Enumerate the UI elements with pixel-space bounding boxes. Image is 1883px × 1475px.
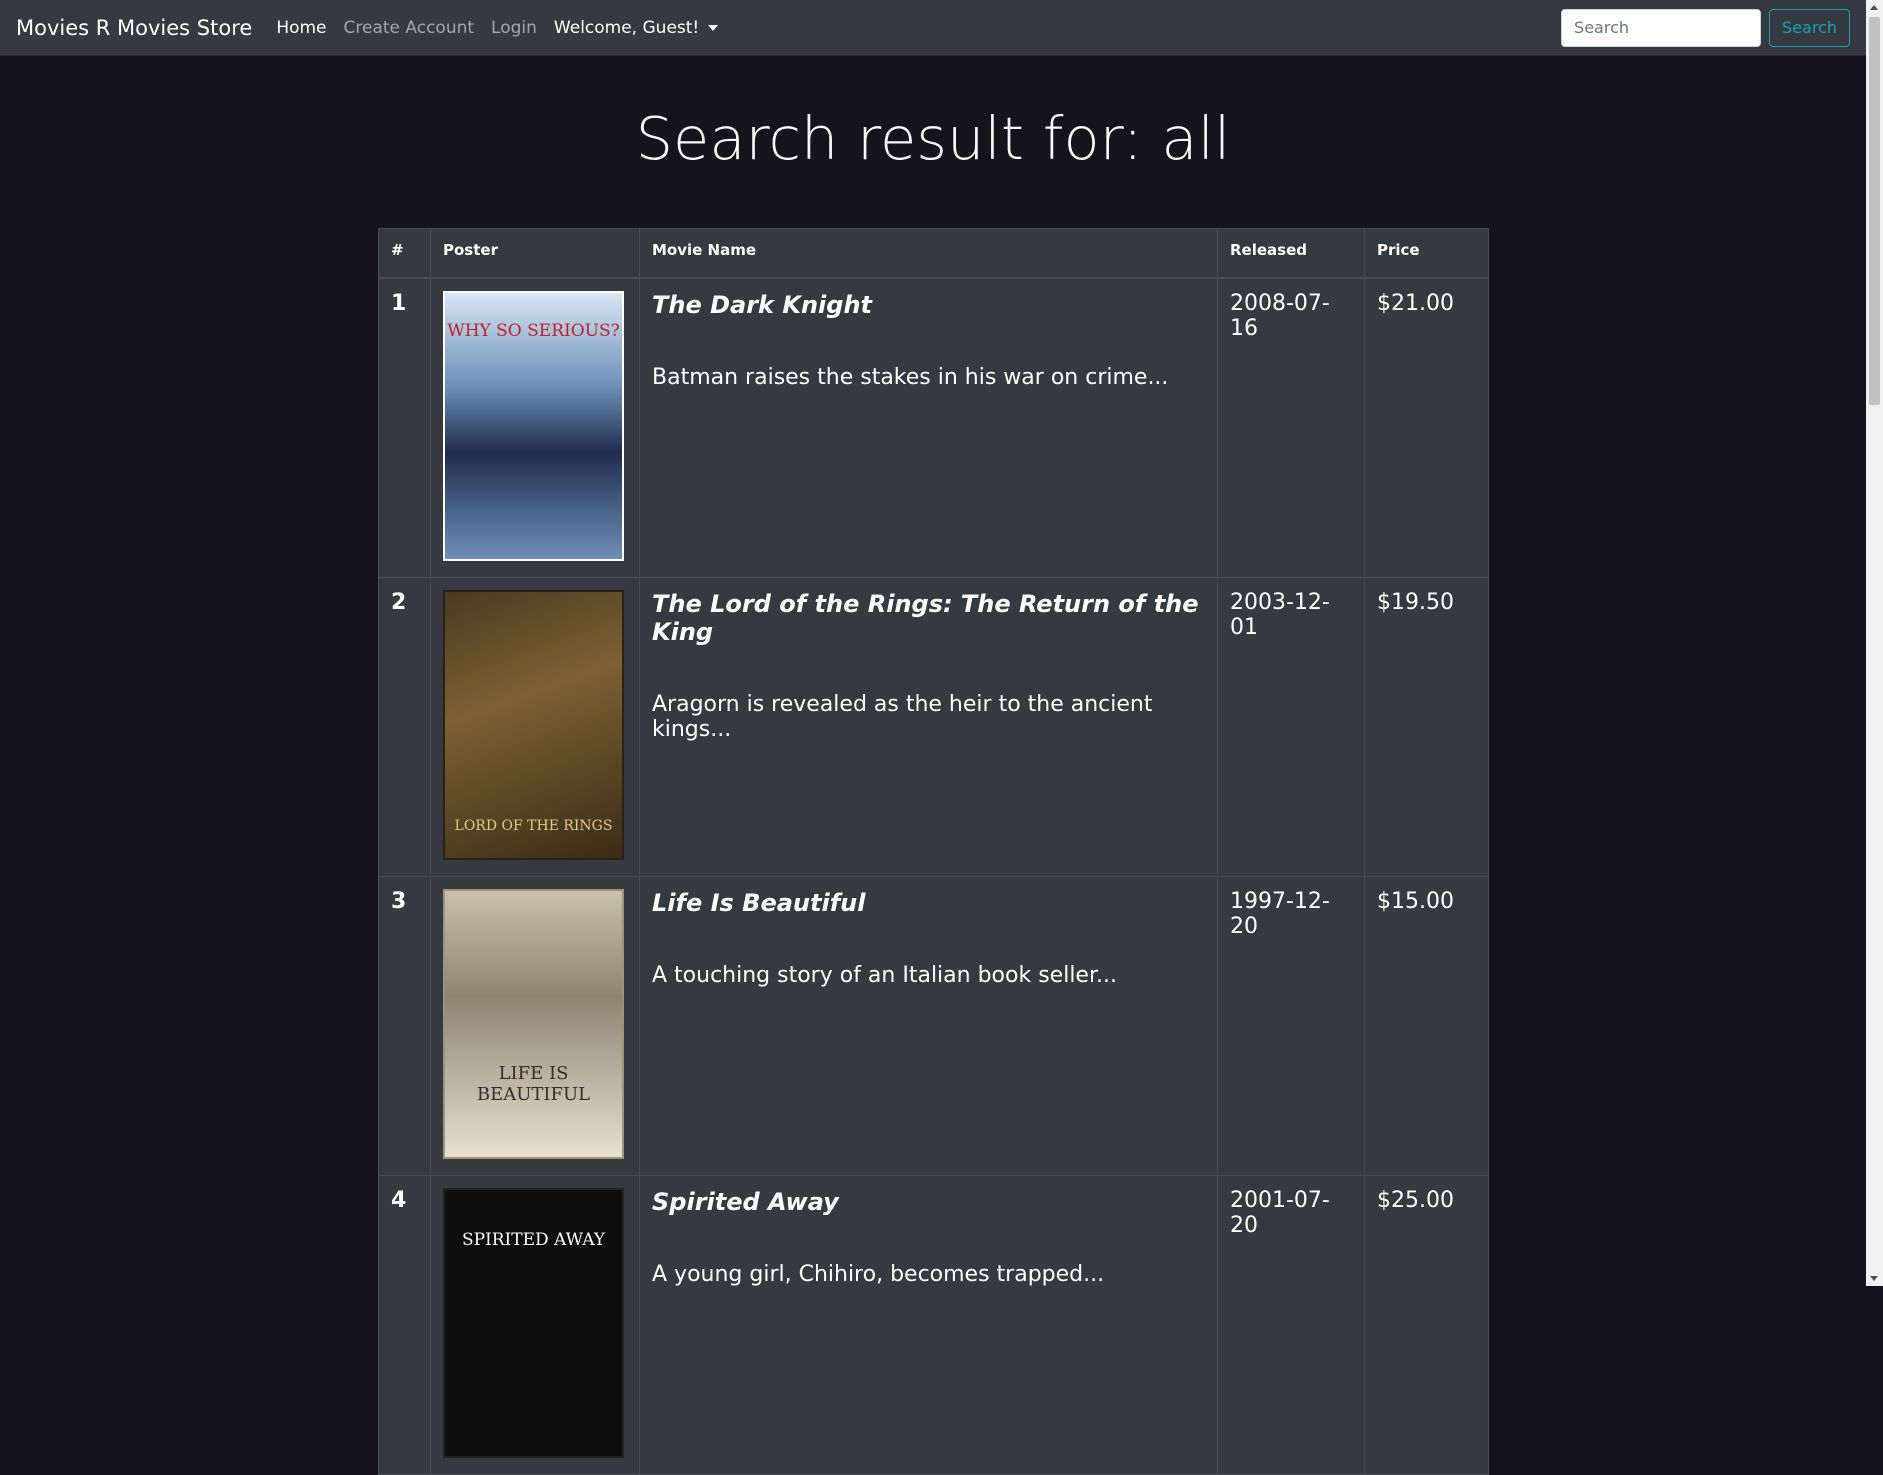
navbar: Movies R Movies Store Home Create Accoun… <box>0 0 1866 56</box>
movie-price: $15.00 <box>1364 876 1489 1176</box>
header-poster: Poster <box>430 228 640 279</box>
page-title: Search result for: all <box>635 104 1231 173</box>
poster-cell: LORD OF THE RINGS <box>430 577 640 877</box>
movie-poster-image[interactable]: LORD OF THE RINGS <box>443 590 624 860</box>
brand-link[interactable]: Movies R Movies Store <box>16 16 252 40</box>
nav-home-link[interactable]: Home <box>276 18 326 38</box>
scroll-up-arrow-icon[interactable] <box>1870 5 1878 10</box>
movie-name[interactable]: The Dark Knight <box>652 291 1205 319</box>
row-index: 3 <box>378 876 431 1176</box>
welcome-label: Welcome, Guest! <box>553 17 700 38</box>
movie-poster-image[interactable]: SPIRITED AWAY <box>443 1188 624 1458</box>
chevron-down-icon <box>708 24 719 31</box>
movie-info-cell: Life Is Beautiful A touching story of an… <box>639 876 1218 1176</box>
movie-released: 2008-07-16 <box>1217 277 1365 578</box>
movie-info-cell: Spirited Away A young girl, Chihiro, bec… <box>639 1175 1218 1475</box>
movie-poster-image[interactable]: WHY SO SERIOUS? <box>443 291 624 561</box>
table-row: 1 WHY SO SERIOUS? The Dark Knight Batman… <box>378 277 1489 578</box>
row-index: 4 <box>378 1175 431 1475</box>
movie-name[interactable]: Life Is Beautiful <box>652 889 1205 917</box>
movie-price: $21.00 <box>1364 277 1489 578</box>
results-table-header: # Poster Movie Name Released Price <box>378 228 1489 279</box>
results-table: # Poster Movie Name Released Price 1 WHY… <box>378 228 1489 1475</box>
movie-name[interactable]: The Lord of the Rings: The Return of the… <box>652 590 1205 646</box>
nav-login-link[interactable]: Login <box>491 18 537 38</box>
movie-name[interactable]: Spirited Away <box>652 1188 1205 1216</box>
movie-released: 2003-12-01 <box>1217 577 1365 877</box>
movie-price: $25.00 <box>1364 1175 1489 1475</box>
row-index: 1 <box>378 277 431 578</box>
movie-description: A touching story of an Italian book sell… <box>652 963 1117 988</box>
header-released: Released <box>1217 228 1365 279</box>
movie-description: Aragorn is revealed as the heir to the a… <box>652 692 1153 742</box>
table-row: 3 LIFE IS BEAUTIFUL Life Is Beautiful A … <box>378 876 1489 1176</box>
row-index: 2 <box>378 577 431 877</box>
header-index: # <box>378 228 431 279</box>
poster-caption: SPIRITED AWAY <box>461 1230 606 1250</box>
movie-released: 1997-12-20 <box>1217 876 1365 1176</box>
movie-poster-image[interactable]: LIFE IS BEAUTIFUL <box>443 889 624 1159</box>
search-button[interactable]: Search <box>1769 8 1850 47</box>
poster-cell: SPIRITED AWAY <box>430 1175 640 1475</box>
movie-description: A young girl, Chihiro, becomes trapped..… <box>652 1262 1105 1287</box>
movie-info-cell: The Dark Knight Batman raises the stakes… <box>639 277 1218 578</box>
scroll-down-arrow-icon[interactable] <box>1870 1276 1878 1281</box>
vertical-scrollbar[interactable] <box>1866 0 1883 1286</box>
header-movie-name: Movie Name <box>639 228 1218 279</box>
poster-caption: WHY SO SERIOUS? <box>447 321 620 341</box>
poster-caption: LIFE IS BEAUTIFUL <box>476 1063 591 1105</box>
poster-cell: LIFE IS BEAUTIFUL <box>430 876 640 1176</box>
poster-caption: LORD OF THE RINGS <box>454 818 613 834</box>
scrollbar-thumb[interactable] <box>1869 17 1880 405</box>
movie-released: 2001-07-20 <box>1217 1175 1365 1475</box>
movie-info-cell: The Lord of the Rings: The Return of the… <box>639 577 1218 877</box>
header-price: Price <box>1364 228 1489 279</box>
welcome-dropdown[interactable]: Welcome, Guest! <box>553 17 719 38</box>
search-input[interactable] <box>1561 8 1762 47</box>
movie-price: $19.50 <box>1364 577 1489 877</box>
table-row: 4 SPIRITED AWAY Spirited Away A young gi… <box>378 1175 1489 1475</box>
poster-cell: WHY SO SERIOUS? <box>430 277 640 578</box>
table-row: 2 LORD OF THE RINGS The Lord of the Ring… <box>378 577 1489 877</box>
nav-create-account-link[interactable]: Create Account <box>344 18 475 38</box>
movie-description: Batman raises the stakes in his war on c… <box>652 365 1169 390</box>
